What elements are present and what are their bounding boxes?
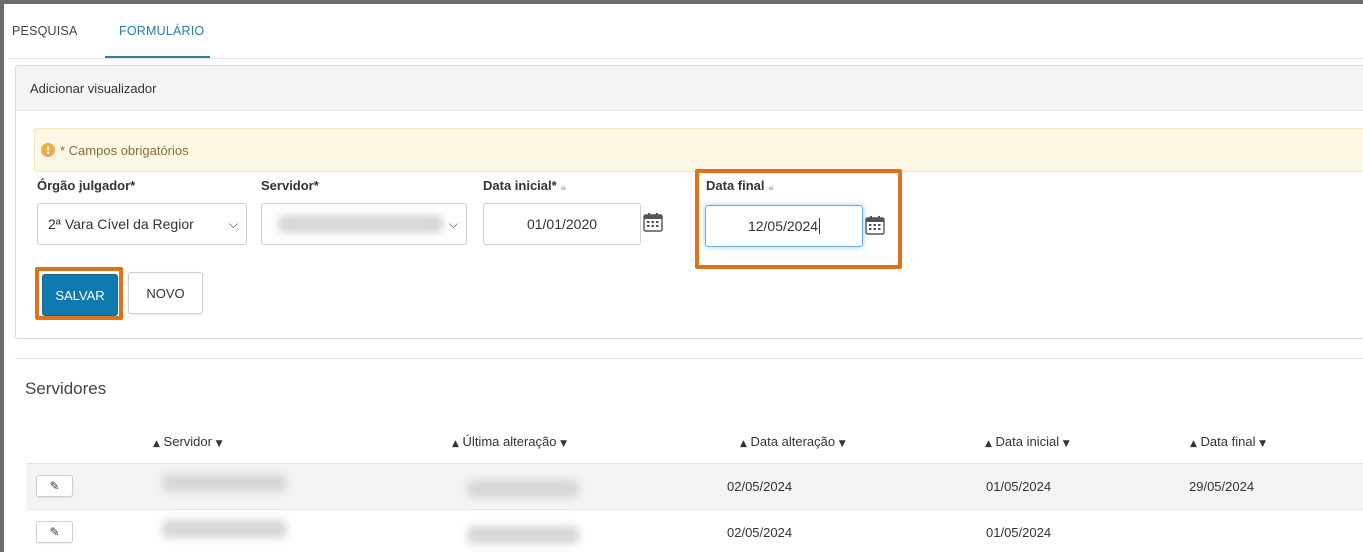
active-tab-indicator: [105, 56, 210, 58]
edit-button[interactable]: ✎: [36, 521, 73, 543]
edit-button[interactable]: ✎: [36, 475, 73, 497]
column-header-ultima-alteracao[interactable]: ▲ Última alteração ▼: [452, 434, 567, 449]
highlight-data-final: [695, 169, 902, 269]
required-fields-alert: ! * Campos obrigatórios: [34, 128, 1363, 172]
chevron-down-icon: ⌵: [448, 217, 458, 231]
panel-title: Adicionar visualizador: [16, 66, 1363, 111]
column-header-data-inicial[interactable]: ▲ Data inicial ▼: [985, 434, 1070, 449]
column-header-label: Data final: [1200, 434, 1256, 449]
column-header-label: Servidor: [163, 434, 212, 449]
cell-data-inicial: 01/05/2024: [986, 479, 1052, 494]
redacted-ultima-alteracao: [467, 526, 579, 544]
column-header-data-final[interactable]: ▲ Data final ▼: [1190, 434, 1266, 449]
cell-data-inicial: 01/05/2024: [986, 525, 1052, 540]
column-header-data-alteracao[interactable]: ▲ Data alteração ▼: [740, 434, 846, 449]
redacted-servidor-name: [162, 474, 287, 492]
servidor-select[interactable]: ⌵: [261, 203, 467, 245]
data-inicial-label-text: Data inicial*: [483, 178, 557, 193]
column-header-servidor[interactable]: ▲ Servidor ▼: [153, 434, 223, 449]
data-inicial-label: Data inicial* 🔒︎: [483, 178, 566, 193]
tab-bar: PESQUISA FORMULÁRIO: [8, 8, 1363, 59]
pencil-icon: ✎: [49, 479, 60, 493]
redacted-ultima-alteracao: [467, 480, 579, 498]
cell-data-final: 29/05/2024: [1189, 479, 1255, 494]
form-panel: Adicionar visualizador ! * Campos obriga…: [15, 65, 1363, 339]
column-header-label: Data inicial: [995, 434, 1060, 449]
chevron-down-icon: ⌵: [228, 217, 238, 231]
column-header-label: Data alteração: [750, 434, 836, 449]
table-row: ✎ 02/05/2024 01/05/2024 29/05/2024: [27, 464, 1363, 510]
cell-data-alteracao: 02/05/2024: [727, 525, 793, 540]
table-row: ✎ 02/05/2024 01/05/2024: [27, 510, 1363, 552]
lock-icon: 🔒︎: [560, 182, 567, 193]
orgao-julgador-value: 2ª Vara Cível da Regior: [48, 216, 194, 232]
highlight-save-button: [35, 267, 123, 320]
servidor-label: Servidor*: [261, 178, 319, 193]
servidores-section: Servidores ▲ Servidor ▼ ▲ Última alteraç…: [15, 358, 1363, 552]
redacted-servidor-name: [162, 520, 287, 538]
pencil-icon: ✎: [49, 525, 60, 539]
tab-formulario[interactable]: FORMULÁRIO: [119, 24, 204, 38]
new-button[interactable]: NOVO: [128, 272, 203, 314]
cell-data-alteracao: 02/05/2024: [727, 479, 793, 494]
tab-pesquisa[interactable]: PESQUISA: [12, 24, 78, 38]
calendar-icon[interactable]: [643, 212, 663, 232]
data-inicial-input[interactable]: 01/01/2020: [483, 203, 641, 245]
redacted-servidor-name: [278, 215, 443, 233]
section-title: Servidores: [25, 379, 107, 398]
orgao-julgador-select[interactable]: 2ª Vara Cível da Regior ⌵: [37, 203, 247, 245]
orgao-julgador-label: Órgão julgador*: [37, 178, 136, 193]
alert-text: * Campos obrigatórios: [60, 142, 189, 158]
warning-icon: !: [41, 143, 55, 157]
column-header-label: Última alteração: [462, 434, 557, 449]
